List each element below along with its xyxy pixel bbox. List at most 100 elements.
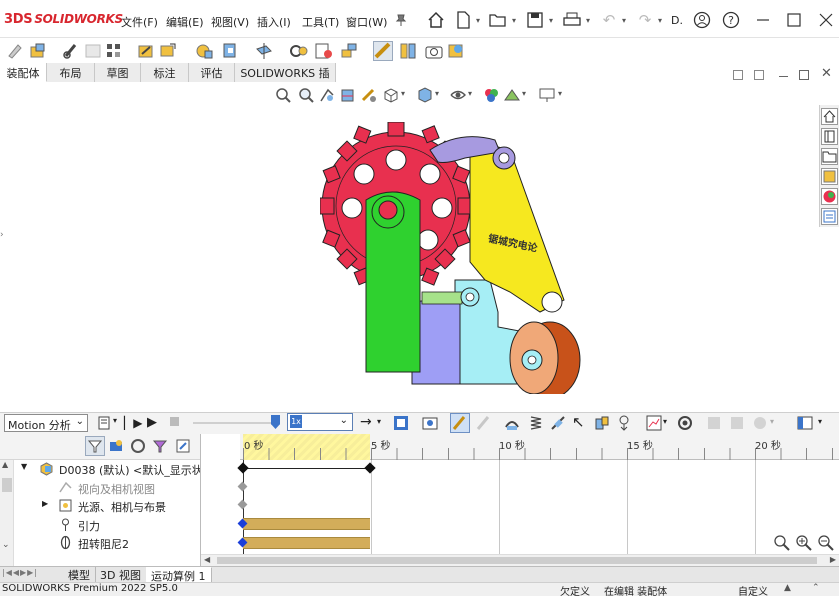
tab-model[interactable]: 模型 [63,567,96,582]
assembly-model[interactable]: 锯城究电论 [320,122,590,394]
home-icon[interactable] [425,9,447,31]
tree-item-lights[interactable]: ▶ 光源、相机与布景 [0,497,200,515]
simulation-setup-icon[interactable] [705,414,723,432]
autofit-icon[interactable] [174,437,192,455]
user-account-icon[interactable] [691,9,713,31]
chevron-down-icon[interactable]: ▾ [435,89,439,98]
insert-components-icon[interactable] [28,41,48,61]
tile-left-icon[interactable] [733,70,743,80]
collapse-motion-manager-icon[interactable] [796,414,814,432]
menu-view[interactable]: 视图(V) [211,14,249,30]
gravity-toolbar-icon[interactable] [615,414,633,432]
simulation-reports-icon[interactable] [751,414,769,432]
contact-icon[interactable] [593,414,611,432]
exploded-view-icon[interactable] [339,41,359,61]
damper-icon[interactable] [549,414,567,432]
tab-markup[interactable]: 标注 [141,63,189,82]
print-icon[interactable] [561,9,583,31]
doc-close-icon[interactable]: ✕ [821,66,832,81]
reference-geometry-icon[interactable] [254,41,274,61]
menu-window[interactable]: 窗口(W) [346,14,387,30]
menu-edit[interactable]: 编辑(E) [166,14,204,30]
calculate-icon[interactable] [97,415,113,431]
playback-slider-track[interactable] [193,422,277,424]
tab-scroll-arrows[interactable]: |◀◀▶▶| [2,568,60,580]
design-library-icon[interactable] [821,128,838,145]
undo-icon[interactable]: ↶ [598,9,620,31]
chevron-down-icon[interactable]: ▾ [522,89,526,98]
tab-motion-study-1[interactable]: 运动算例 1 [146,567,212,583]
zoom-out-timeline-icon[interactable] [817,534,835,552]
motion-study-properties-icon[interactable] [676,414,694,432]
tab-3d-view[interactable]: 3D 视图 [95,567,147,582]
tab-layout[interactable]: 布局 [47,63,95,82]
view-orientation-icon[interactable] [382,86,400,104]
instant3d-icon[interactable] [373,41,393,61]
chevron-down-icon[interactable]: ▾ [663,417,667,426]
gravity-duration-bar[interactable] [243,518,370,530]
maximize-icon[interactable] [783,9,805,31]
force-icon[interactable]: ↖ [572,413,585,431]
solidworks-resources-icon[interactable] [821,108,838,125]
chevron-down-icon[interactable]: ▾ [512,16,516,25]
filter-animated-icon[interactable] [85,436,105,456]
save-icon[interactable] [524,9,546,31]
tab-sketch[interactable]: 草图 [95,63,141,82]
study-type-select[interactable]: Motion 分析 ⌄ [4,414,88,432]
help-icon[interactable]: ? [720,9,742,31]
chevron-down-icon[interactable]: ▾ [622,16,626,25]
scroll-down-icon[interactable]: ⌄ [2,540,10,550]
menu-insert[interactable]: 插入(I) [257,14,291,30]
menu-file[interactable]: 文件(F) [121,14,158,30]
tab-addins[interactable]: SOLIDWORKS 插件 [235,63,336,96]
solidworks-logo[interactable]: 3DS SOLIDWORKS [4,12,123,27]
update-speedpak-icon[interactable] [398,41,418,61]
tab-evaluate[interactable]: 评估 [189,63,235,82]
chevron-down-icon[interactable]: ▾ [586,16,590,25]
tree-item-assembly[interactable]: ▼ D0038 (默认) <默认_显示状态 [0,460,214,478]
edit-component-icon[interactable] [6,41,26,61]
truncated-label[interactable]: D. [671,14,683,27]
chevron-down-icon[interactable]: ▾ [558,89,562,98]
linear-pattern-icon[interactable] [104,41,124,61]
close-icon[interactable] [815,9,837,31]
move-component-icon[interactable] [158,41,178,61]
chevron-down-icon[interactable]: ▾ [549,16,553,25]
apply-scene-icon[interactable] [503,86,521,104]
snapshot-icon[interactable] [424,41,444,61]
custom-properties-icon[interactable] [821,208,838,225]
expand-panel-icon[interactable]: › [0,230,7,242]
zoom-to-fit-icon[interactable] [274,86,292,104]
tree-item-view-orientation[interactable]: 视向及相机视图 [0,479,200,497]
large-assembly-icon[interactable] [446,41,466,61]
previous-view-icon[interactable] [318,86,336,104]
timeline-scrollbar-thumb[interactable] [217,557,817,564]
motor-icon[interactable] [503,414,521,432]
view-settings-icon[interactable] [538,86,556,104]
scroll-right-icon[interactable]: ▶ [830,555,836,564]
appearances-icon[interactable] [821,188,838,205]
autokey-icon[interactable] [450,413,470,433]
tree-item-damper[interactable]: 扭转阻尼2 [0,534,200,552]
chevron-down-icon[interactable]: ▾ [770,417,774,426]
timeline-scrollbar[interactable]: ◀ ▶ [201,554,839,566]
zoom-to-area-icon[interactable] [297,86,315,104]
status-options-icon[interactable]: ⌃ [812,583,820,593]
zoom-in-timeline-icon[interactable] [773,534,791,552]
playback-mode-icon[interactable]: → [360,414,372,430]
tile-right-icon[interactable] [754,70,764,80]
chevron-down-icon[interactable]: ▾ [377,417,381,426]
dynamic-annotation-icon[interactable] [360,86,378,104]
tree-scrollbar-thumb[interactable] [2,478,12,492]
damper-duration-bar[interactable] [243,537,370,549]
play-from-start-icon[interactable]: ▏▶ [124,416,142,430]
tree-scrollbar[interactable]: ▲ ⌄ [0,460,14,566]
file-explorer-icon[interactable] [821,148,838,165]
scroll-left-icon[interactable]: ◀ [204,555,210,564]
assembly-features-icon[interactable] [221,41,241,61]
redo-icon[interactable]: ↷ [634,9,656,31]
display-style-icon[interactable] [416,86,434,104]
tab-assembly[interactable]: 装配体 [0,63,47,82]
stop-icon[interactable] [170,417,179,426]
hide-show-items-icon[interactable] [449,86,467,104]
